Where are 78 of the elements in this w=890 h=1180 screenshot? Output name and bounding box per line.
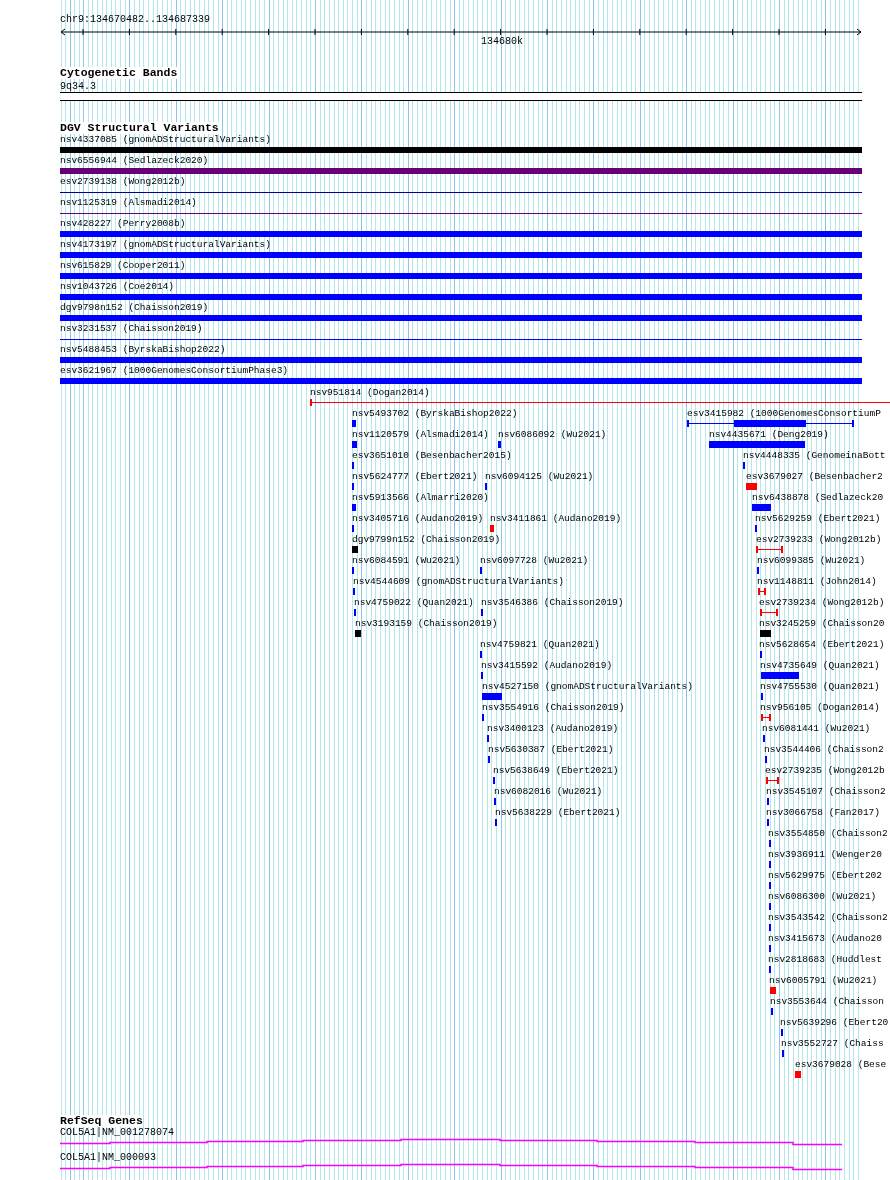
variant-label: nsv3231537 (Chaisson2019) [60, 323, 203, 334]
variant-label: nsv5629975 (Ebert202 [768, 870, 883, 881]
variant-label: nsv3405716 (Audano2019) [352, 513, 484, 524]
variant-label: nsv5629259 (Ebert2021) [755, 513, 881, 524]
variant-label: nsv5630387 (Ebert2021) [488, 744, 614, 755]
variant-label: nsv6005791 (Wu2021) [769, 975, 878, 986]
variant-label: nsv1120579 (Alsmadi2014) [352, 429, 489, 440]
variant-label: nsv5638229 (Ebert2021) [495, 807, 621, 818]
variant-label: nsv4755530 (Quan2021) [760, 681, 880, 692]
variant-label: nsv4337085 (gnomADStructuralVariants) [60, 134, 271, 145]
variant-label: nsv1043726 (Coe2014) [60, 281, 175, 292]
variant-label: nsv3415673 (Audano20 [768, 933, 883, 944]
variant-label: esv3679027 (Besenbacher2 [746, 471, 883, 482]
variant-label: nsv1125319 (Alsmadi2014) [60, 197, 197, 208]
variant-label: nsv3544406 (Chaisson2 [764, 744, 884, 755]
variant-label: nsv4448335 (GenomeinaBott [743, 450, 886, 461]
variant-label: nsv4435671 (Deng2019) [709, 429, 829, 440]
transcript-label: COL5A1|NM_000093 [60, 1152, 156, 1163]
variant-label: nsv956105 (Dogan2014) [760, 702, 880, 713]
variant-label: nsv3543542 (Chaisson2 [768, 912, 888, 923]
variant-label: esv2739234 (Wong2012b) [759, 597, 885, 608]
variant-label: nsv5628654 (Ebert2021) [759, 639, 885, 650]
variant-label: nsv4527150 (gnomADStructuralVariants) [482, 681, 693, 692]
variant-label: nsv4544609 (gnomADStructuralVariants) [353, 576, 564, 587]
variant-label: nsv3193159 (Chaisson2019) [355, 618, 498, 629]
variant-label: nsv6438878 (Sedlazeck20 [752, 492, 884, 503]
variant-label: nsv5493702 (ByrskaBishop2022) [352, 408, 518, 419]
variant-label: nsv3546386 (Chaisson2019) [481, 597, 624, 608]
variant-label: nsv4735649 (Quan2021) [760, 660, 880, 671]
variant-label: nsv5624777 (Ebert2021) [352, 471, 478, 482]
variant-label: nsv1148811 (John2014) [757, 576, 877, 587]
variant-label: nsv4173197 (gnomADStructuralVariants) [60, 239, 271, 250]
transcript-label: COL5A1|NM_001278074 [60, 1127, 175, 1138]
variant-label: nsv6081441 (Wu2021) [762, 723, 871, 734]
track-title: RefSeq Genes [60, 1115, 143, 1127]
variant-label: nsv5913566 (Almarri2020) [352, 492, 489, 503]
variant-label: nsv3554850 (Chaisson2 [768, 828, 888, 839]
variant-label: nsv6094125 (Wu2021) [485, 471, 594, 482]
variant-label: nsv6086092 (Wu2021) [498, 429, 607, 440]
variant-label: nsv4759821 (Quan2021) [480, 639, 600, 650]
track-title: DGV Structural Variants [60, 122, 219, 134]
tick-label: 134680k [481, 36, 523, 47]
variant-label: nsv3545107 (Chaisson2 [766, 786, 886, 797]
variant-label: esv3415982 (1000GenomesConsortiumP [687, 408, 881, 419]
variant-label: nsv615829 (Cooper2011) [60, 260, 186, 271]
variant-label: esv3679028 (Bese [795, 1059, 887, 1070]
variant-label: esv2739138 (Wong2012b) [60, 176, 186, 187]
variant-label: nsv4759022 (Quan2021) [354, 597, 474, 608]
variant-label: nsv3554916 (Chaisson2019) [482, 702, 625, 713]
variant-label: nsv5638649 (Ebert2021) [493, 765, 619, 776]
variant-label: nsv3066758 (Fan2017) [766, 807, 881, 818]
band-label: 9q34.3 [60, 81, 96, 92]
variant-label: nsv6097728 (Wu2021) [480, 555, 589, 566]
variant-label: nsv6084591 (Wu2021) [352, 555, 461, 566]
variant-label: nsv6556944 (Sedlazeck2020) [60, 155, 209, 166]
region-label: chr9:134670482..134687339 [60, 14, 212, 26]
variant-label: esv2739233 (Wong2012b) [756, 534, 882, 545]
variant-label: nsv3936911 (Wenger20 [768, 849, 883, 860]
variant-label: nsv3553644 (Chaisson [770, 996, 885, 1007]
variant-label: nsv5488453 (ByrskaBishop2022) [60, 344, 226, 355]
variant-label: esv3621967 (1000GenomesConsortiumPhase3) [60, 365, 289, 376]
variant-label: nsv6099385 (Wu2021) [757, 555, 866, 566]
variant-label: nsv3552727 (Chaiss [781, 1038, 884, 1049]
variant-label: nsv951814 (Dogan2014) [310, 387, 430, 398]
variant-label: dgv9799n152 (Chaisson2019) [352, 534, 501, 545]
variant-label: nsv3411861 (Audano2019) [490, 513, 622, 524]
variant-label: nsv6082016 (Wu2021) [494, 786, 603, 797]
variant-label: nsv3400123 (Audano2019) [487, 723, 619, 734]
variant-label: esv3651010 (Besenbacher2015) [352, 450, 512, 461]
variant-label: nsv2818683 (Huddlest [768, 954, 883, 965]
variant-label: dgv9798n152 (Chaisson2019) [60, 302, 209, 313]
variant-label: nsv3415592 (Audano2019) [481, 660, 613, 671]
variant-label: nsv3245259 (Chaisson20 [759, 618, 885, 629]
track-title: Cytogenetic Bands [60, 67, 178, 79]
variant-label: esv2739235 (Wong2012b [765, 765, 885, 776]
variant-label: nsv428227 (Perry2008b) [60, 218, 186, 229]
variant-label: nsv6086300 (Wu2021) [768, 891, 877, 902]
variant-label: nsv5639296 (Ebert20 [780, 1017, 889, 1028]
